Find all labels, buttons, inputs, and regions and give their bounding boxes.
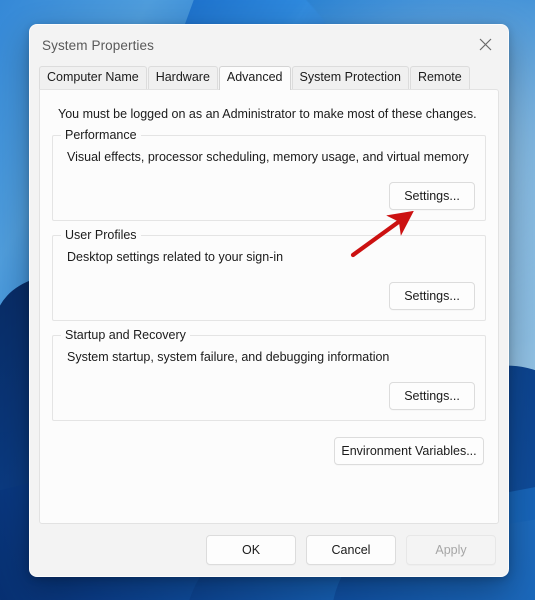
tab-remote[interactable]: Remote [409,66,470,89]
user-profiles-group-legend: User Profiles [61,228,141,243]
environment-variables-row: Environment Variables... [52,437,484,465]
cancel-button[interactable]: Cancel [306,535,396,565]
close-icon [479,38,492,51]
user-profiles-actions: Settings... [63,282,475,310]
dialog-titlebar[interactable]: System Properties [30,25,508,65]
startup-recovery-group: Startup and Recovery System startup, sys… [52,328,486,421]
advanced-tab-panel: You must be logged on as an Administrato… [39,89,499,524]
performance-group-legend: Performance [61,128,141,143]
user-profiles-description: Desktop settings related to your sign-in [67,250,284,264]
performance-description: Visual effects, processor scheduling, me… [67,150,469,164]
startup-recovery-actions: Settings... [63,382,475,410]
performance-settings-button[interactable]: Settings... [389,182,475,210]
performance-actions: Settings... [63,182,475,210]
close-button[interactable] [462,25,508,63]
apply-button: Apply [406,535,496,565]
tab-hardware[interactable]: Hardware [147,66,218,89]
tab-advanced[interactable]: Advanced [218,66,291,90]
user-profiles-settings-button[interactable]: Settings... [389,282,475,310]
startup-recovery-description: System startup, system failure, and debu… [67,350,390,364]
user-profiles-group: User Profiles Desktop settings related t… [52,228,486,321]
environment-variables-button[interactable]: Environment Variables... [334,437,484,465]
dialog-footer: OK Cancel Apply [30,524,508,576]
ok-button[interactable]: OK [206,535,296,565]
performance-group: Performance Visual effects, processor sc… [52,128,486,221]
startup-recovery-group-legend: Startup and Recovery [61,328,190,343]
dialog-title: System Properties [42,37,154,53]
tab-strip: Computer Name Hardware Advanced System P… [30,65,508,90]
system-properties-dialog: System Properties Computer Name Hardware… [29,24,509,577]
startup-recovery-settings-button[interactable]: Settings... [389,382,475,410]
tab-computer-name[interactable]: Computer Name [39,66,147,89]
administrator-note: You must be logged on as an Administrato… [58,107,477,121]
tab-system-protection[interactable]: System Protection [291,66,409,89]
